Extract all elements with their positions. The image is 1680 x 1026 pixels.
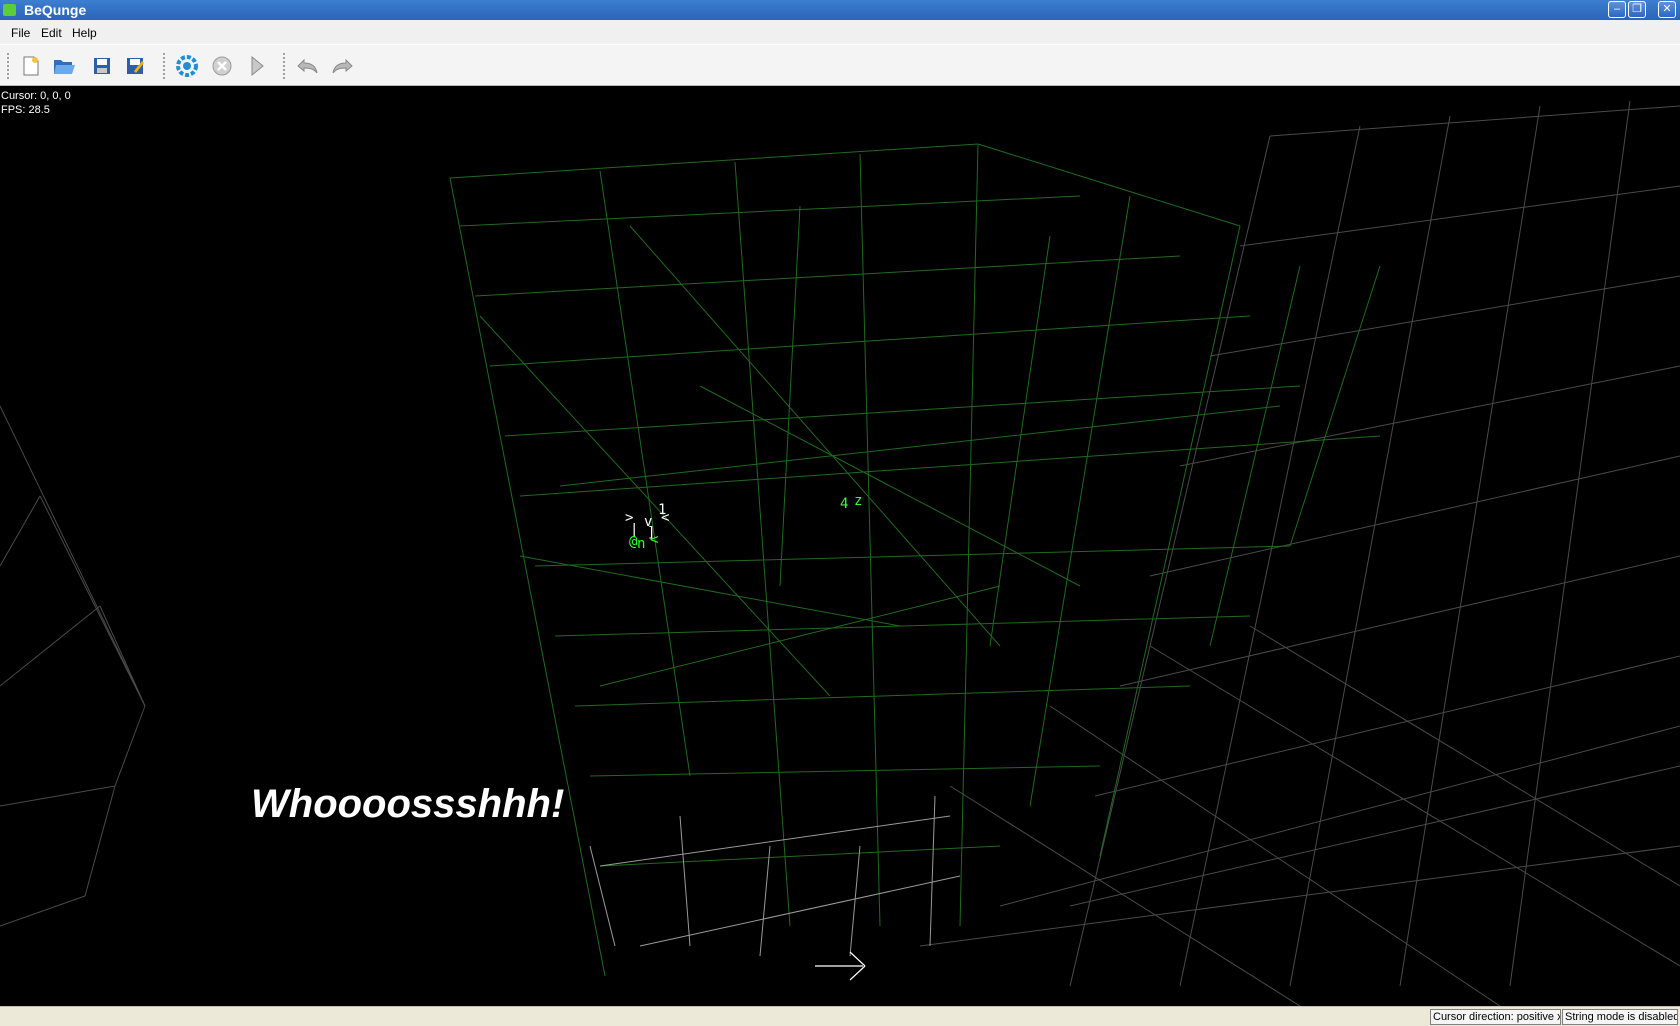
- funge-cell-glyph: <: [650, 532, 659, 548]
- new-file-button[interactable]: [18, 53, 44, 79]
- floppy-save-icon: [94, 58, 110, 74]
- open-button[interactable]: [51, 53, 77, 79]
- new-file-icon: [23, 56, 39, 76]
- redo-button[interactable]: [329, 53, 355, 79]
- play-button[interactable]: [244, 53, 270, 79]
- gear-run-icon: [176, 55, 198, 77]
- restore-button[interactable]: ❐: [1628, 1, 1646, 18]
- toolbar-grip[interactable]: [7, 53, 12, 79]
- toolbar: [0, 44, 1680, 86]
- save-button[interactable]: [89, 53, 115, 79]
- funge-cell-glyph: n: [637, 536, 646, 552]
- window-title: BeQunge: [24, 2, 87, 18]
- funge-cell-glyph: z: [854, 493, 863, 509]
- funge-cell-glyph: 4: [840, 496, 849, 512]
- fps-readout: FPS: 28.5: [1, 104, 50, 116]
- play-triangle-icon: [251, 55, 264, 77]
- undo-arrow-icon: [297, 58, 318, 74]
- stop-button[interactable]: [209, 53, 235, 79]
- menu-file[interactable]: File: [11, 26, 30, 40]
- floppy-save-as-icon: [127, 58, 144, 74]
- run-button[interactable]: [174, 53, 200, 79]
- close-button[interactable]: ✕: [1658, 1, 1676, 18]
- direction-arrow-head-lower: [849, 965, 866, 981]
- app-icon: [3, 4, 16, 16]
- redo-arrow-icon: [332, 58, 353, 74]
- menu-edit[interactable]: Edit: [41, 26, 62, 40]
- menu-help[interactable]: Help: [72, 26, 97, 40]
- menu-bar: File Edit Help: [0, 20, 1680, 44]
- minimize-button[interactable]: –: [1608, 1, 1626, 18]
- whoosh-overlay-text: Whoooossshhh!: [251, 782, 565, 826]
- funge-lattice-wireframe: [449, 143, 1381, 981]
- undo-button[interactable]: [295, 53, 321, 79]
- folder-open-icon: [54, 60, 75, 74]
- funge-space-viewport[interactable]: Cursor: 0, 0, 0 FPS: 28.5 > v 1 < | ] @ …: [0, 86, 1680, 1006]
- funge-cell-glyph: <: [661, 510, 670, 526]
- cursor-direction-status: Cursor direction: positive x: [1430, 1009, 1561, 1025]
- string-mode-status: String mode is disabled: [1562, 1009, 1678, 1025]
- save-as-button[interactable]: [122, 53, 148, 79]
- toolbar-grip[interactable]: [283, 53, 288, 79]
- title-bar: BeQunge – ❐ ✕: [0, 0, 1680, 20]
- toolbar-grip[interactable]: [163, 53, 168, 79]
- stop-circle-icon: [212, 56, 232, 76]
- direction-arrow-head-upper: [849, 951, 866, 967]
- cursor-position-readout: Cursor: 0, 0, 0: [1, 90, 71, 102]
- status-bar: Cursor direction: positive x String mode…: [0, 1006, 1680, 1026]
